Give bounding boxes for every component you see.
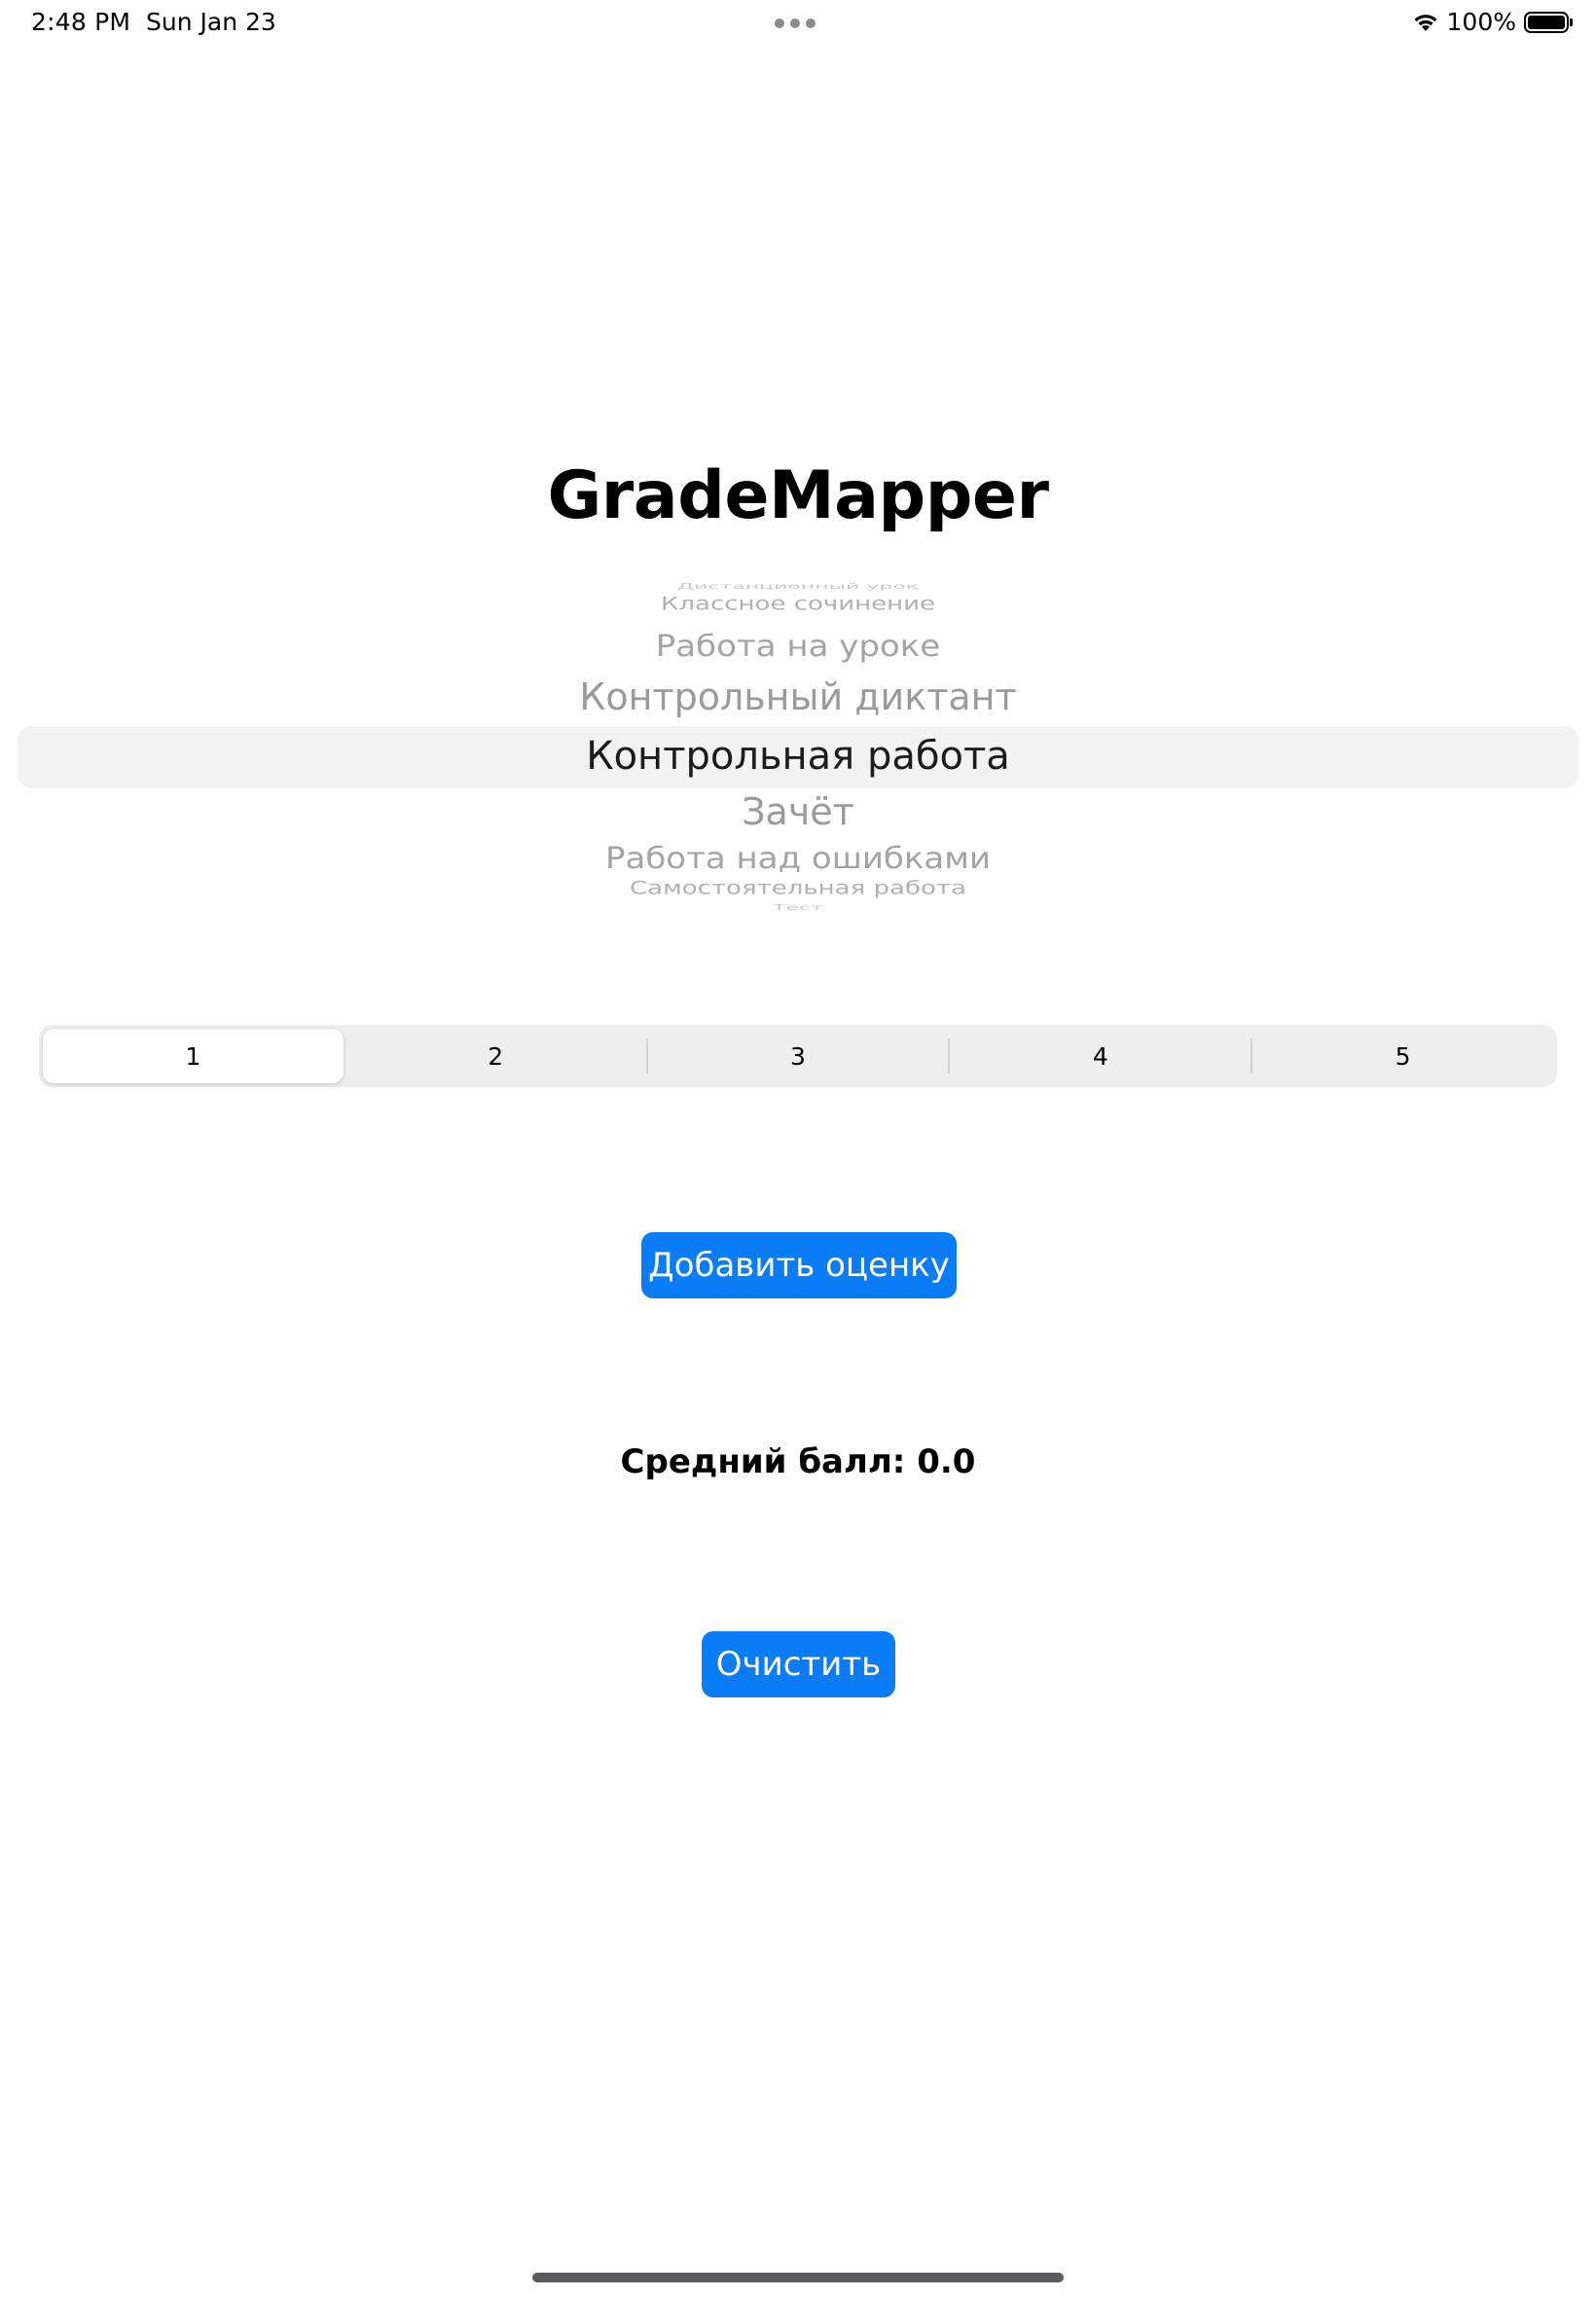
app-title: GradeMapper xyxy=(547,457,1049,534)
picker-item[interactable]: Тест xyxy=(0,903,1596,912)
grade-segment-2[interactable]: 2 xyxy=(345,1029,646,1083)
battery-icon xyxy=(1524,11,1573,33)
wifi-icon xyxy=(1412,12,1439,33)
picker-item[interactable]: Зачёт xyxy=(0,790,1596,833)
picker-item[interactable]: Работа на уроке xyxy=(0,629,1596,664)
picker-item[interactable]: Дистанционный урок xyxy=(0,582,1596,591)
status-date: Sun Jan 23 xyxy=(146,8,276,36)
grade-segment-3[interactable]: 3 xyxy=(648,1029,949,1083)
add-grade-button[interactable]: Добавить оценку xyxy=(641,1232,957,1298)
battery-percent: 100% xyxy=(1446,8,1516,36)
home-indicator[interactable] xyxy=(532,2273,1064,2282)
grade-segmented-control[interactable]: 1 2 3 4 5 xyxy=(39,1025,1557,1087)
grade-segment-4[interactable]: 4 xyxy=(950,1029,1251,1083)
work-type-picker[interactable]: Дистанционный урок Классное сочинение Ра… xyxy=(0,574,1596,934)
status-indicators: 100% xyxy=(1412,8,1573,36)
picker-item[interactable]: Работа над ошибками xyxy=(0,841,1596,876)
status-bar: 2:48 PM Sun Jan 23 100% xyxy=(0,0,1596,49)
grade-segment-1[interactable]: 1 xyxy=(43,1029,344,1083)
multitasking-dots-icon[interactable] xyxy=(775,18,816,28)
grade-segment-5[interactable]: 5 xyxy=(1252,1029,1553,1083)
average-score: Средний балл: 0.0 xyxy=(620,1442,976,1481)
picker-item[interactable]: Контрольный диктант xyxy=(0,675,1596,718)
picker-selected-item[interactable]: Контрольная работа xyxy=(0,734,1596,779)
picker-item[interactable]: Классное сочинение xyxy=(0,595,1596,615)
clear-button[interactable]: Очистить xyxy=(702,1631,895,1697)
picker-item[interactable]: Самостоятельная работа xyxy=(0,879,1596,899)
status-time: 2:48 PM xyxy=(31,8,131,36)
